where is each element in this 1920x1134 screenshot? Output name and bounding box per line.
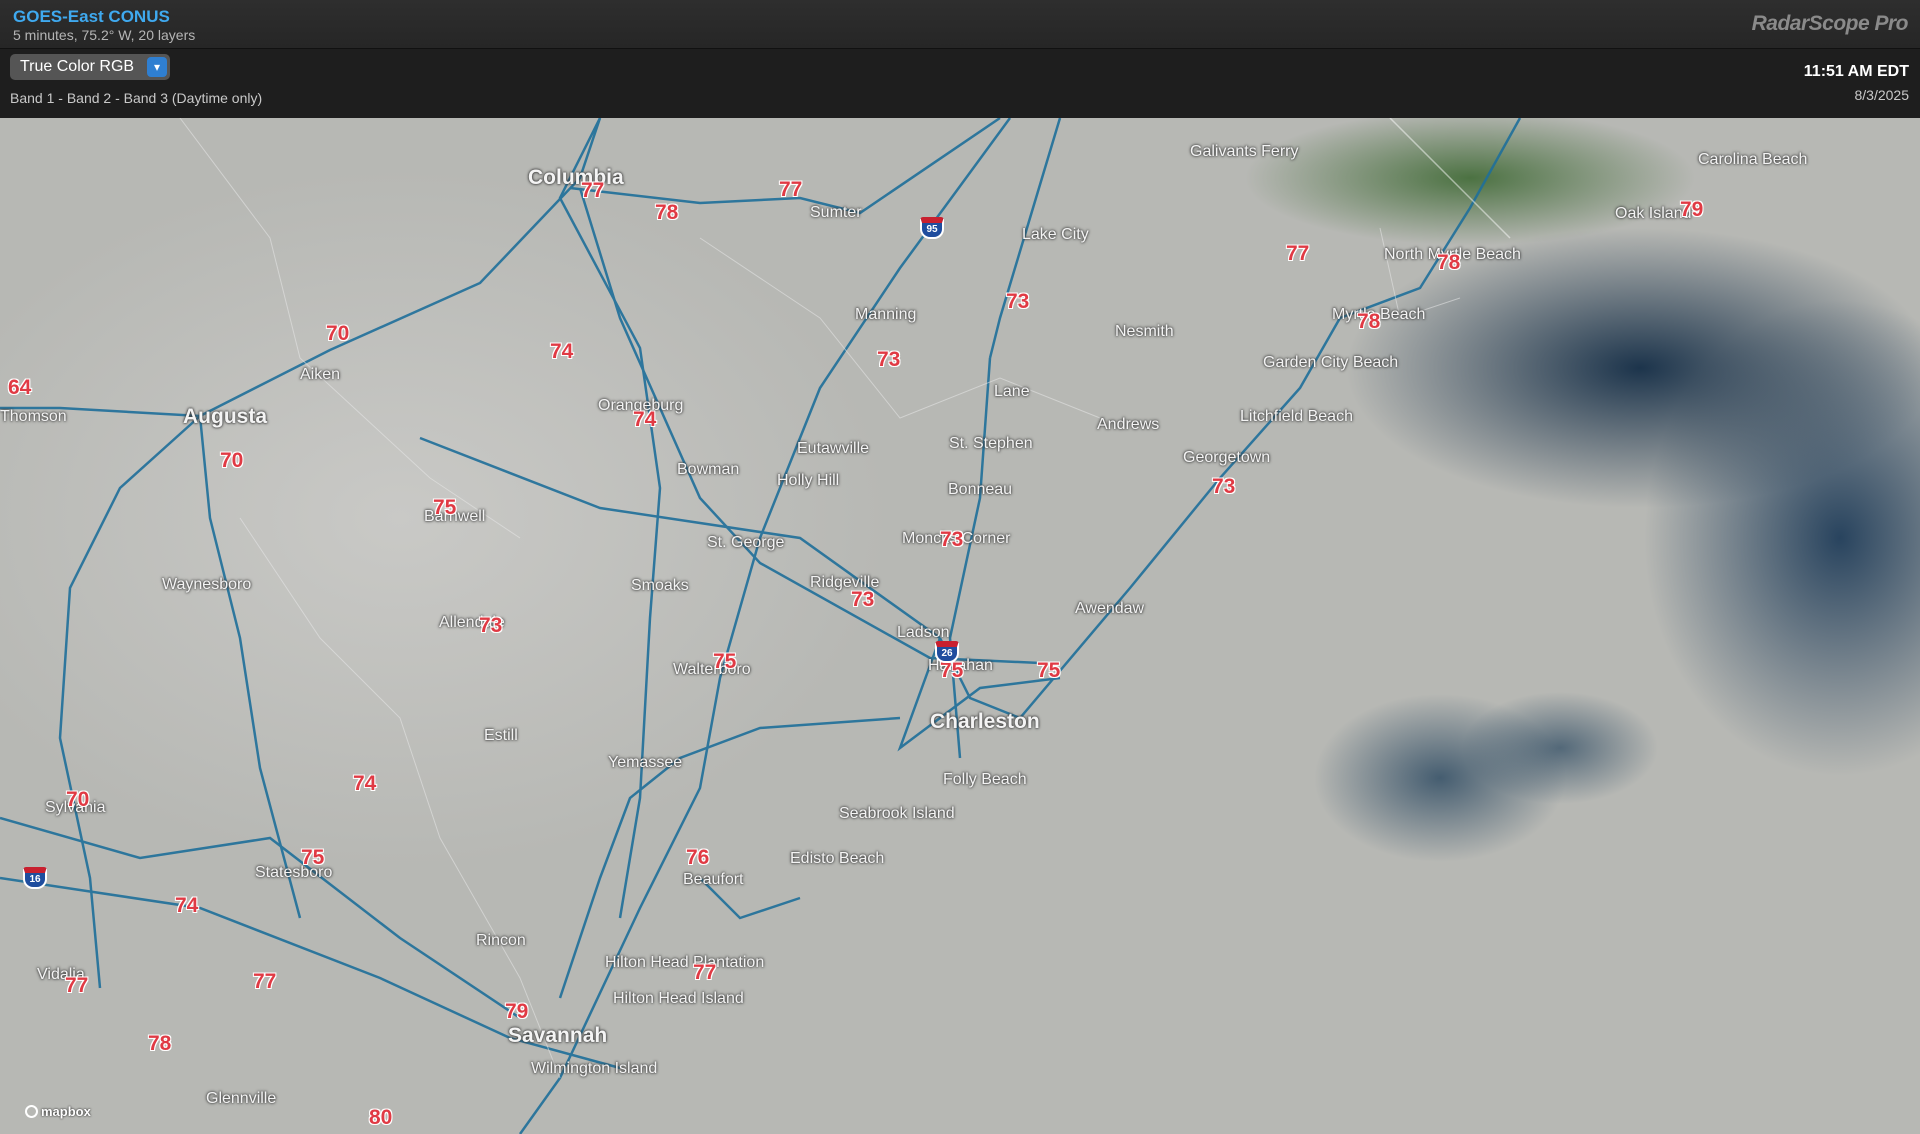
mapbox-attribution[interactable]: mapbox (25, 1104, 91, 1119)
temperature-label: 77 (693, 961, 717, 984)
temperature-label: 78 (1357, 310, 1381, 333)
temperature-label: 75 (1037, 659, 1061, 682)
temperature-label: 70 (66, 788, 90, 811)
temperature-label: 75 (713, 650, 737, 673)
place-label: Augusta (183, 405, 267, 428)
place-label: Folly Beach (943, 771, 1027, 788)
place-label: Thomson (0, 408, 67, 425)
place-label: Nesmith (1115, 323, 1174, 340)
place-label: Seabrook Island (839, 805, 955, 822)
temperature-label: 77 (253, 970, 277, 993)
product-select[interactable]: True Color RGB ▾ (10, 54, 170, 80)
temperature-label: 78 (1437, 251, 1461, 274)
place-label: Estill (484, 727, 518, 744)
chevron-down-icon: ▾ (147, 57, 167, 77)
mapbox-label: mapbox (41, 1104, 91, 1119)
place-label: Charleston (930, 710, 1040, 733)
place-label: Lane (994, 383, 1030, 400)
place-label: Walterboro (673, 661, 751, 678)
product-select-label: True Color RGB (20, 58, 135, 75)
temperature-label: 75 (433, 496, 457, 519)
place-label: Bowman (677, 461, 740, 478)
place-label: Ladson (897, 624, 950, 641)
place-label: Bonneau (948, 481, 1013, 498)
place-label: Sumter (810, 204, 862, 221)
temperature-label: 73 (479, 614, 503, 637)
place-label: Edisto Beach (790, 850, 885, 867)
band-description: Band 1 - Band 2 - Band 3 (Daytime only) (10, 90, 263, 106)
place-label: Smoaks (631, 577, 689, 594)
temperature-label: 80 (369, 1106, 393, 1129)
temperature-label: 74 (550, 340, 574, 363)
place-label: Holly Hill (777, 472, 840, 489)
satellite-title: GOES-East CONUS (13, 7, 170, 26)
scan-date: 8/3/2025 (1854, 87, 1910, 103)
temperature-label: 76 (686, 846, 710, 869)
interstate-shield: 26 (935, 641, 959, 663)
temperature-label: 77 (779, 178, 803, 201)
place-label: Savannah (508, 1024, 608, 1047)
place-label: Georgetown (1183, 449, 1271, 466)
temperature-label: 70 (220, 449, 244, 472)
temperature-label: 78 (655, 201, 679, 224)
temperature-label: 73 (1006, 290, 1030, 313)
place-label: Carolina Beach (1698, 151, 1808, 168)
place-label: Beaufort (683, 871, 744, 888)
place-label: Galivants Ferry (1190, 143, 1299, 160)
temperature-label: 73 (877, 348, 901, 371)
scan-time: 11:51 AM EDT (1803, 63, 1909, 80)
place-label: Eutawville (797, 440, 870, 457)
temperature-label: 73 (1212, 475, 1236, 498)
interstate-shield: 95 (920, 217, 944, 239)
place-label: Awendaw (1075, 600, 1145, 617)
temperature-label: 74 (353, 772, 377, 795)
place-label: Lake City (1022, 226, 1089, 243)
temperature-label: 79 (1680, 198, 1704, 221)
app-brand: RadarScope Pro (1751, 12, 1909, 35)
place-label: Hilton Head Island (613, 990, 744, 1007)
temperature-label: 77 (1286, 242, 1310, 265)
place-label: Manning (855, 306, 917, 323)
temperature-label: 74 (175, 894, 199, 917)
temperature-label: 79 (505, 1000, 529, 1023)
place-label: Columbia (528, 166, 624, 189)
temperature-label: 78 (148, 1032, 172, 1055)
place-label: Rincon (476, 932, 526, 949)
temperature-label: 64 (8, 376, 32, 399)
place-label: Wilmington Island (531, 1060, 658, 1077)
place-label: Litchfield Beach (1240, 408, 1353, 425)
temperature-label: 70 (326, 322, 350, 345)
temperature-label: 73 (940, 528, 964, 551)
product-bar: True Color RGB ▾ Band 1 - Band 2 - Band … (0, 49, 1920, 118)
temperature-label: 75 (301, 846, 325, 869)
place-label: St. Stephen (949, 435, 1033, 452)
satellite-map[interactable]: Columbia Sumter Lake City Galivants Ferr… (0, 118, 1920, 1134)
place-label: Andrews (1097, 416, 1160, 433)
mapbox-logo-icon (25, 1105, 38, 1118)
place-label: Yemassee (608, 754, 683, 771)
place-label: Aiken (300, 366, 341, 383)
interstate-shield: 16 (23, 867, 47, 889)
temperature-label: 77 (65, 974, 89, 997)
place-label: Garden City Beach (1263, 354, 1399, 371)
title-bar: GOES-East CONUS 5 minutes, 75.2° W, 20 l… (0, 0, 1920, 49)
temperature-label: 74 (633, 408, 657, 431)
temperature-label: 77 (581, 179, 605, 202)
satellite-subtitle: 5 minutes, 75.2° W, 20 layers (13, 27, 196, 43)
place-label: Hilton Head Plantation (605, 954, 765, 971)
place-label: Glennville (206, 1090, 277, 1107)
road-network (0, 118, 1522, 1134)
place-label: St. George (707, 534, 785, 551)
temperature-label: 73 (851, 588, 875, 611)
place-label: Waynesboro (162, 576, 252, 593)
